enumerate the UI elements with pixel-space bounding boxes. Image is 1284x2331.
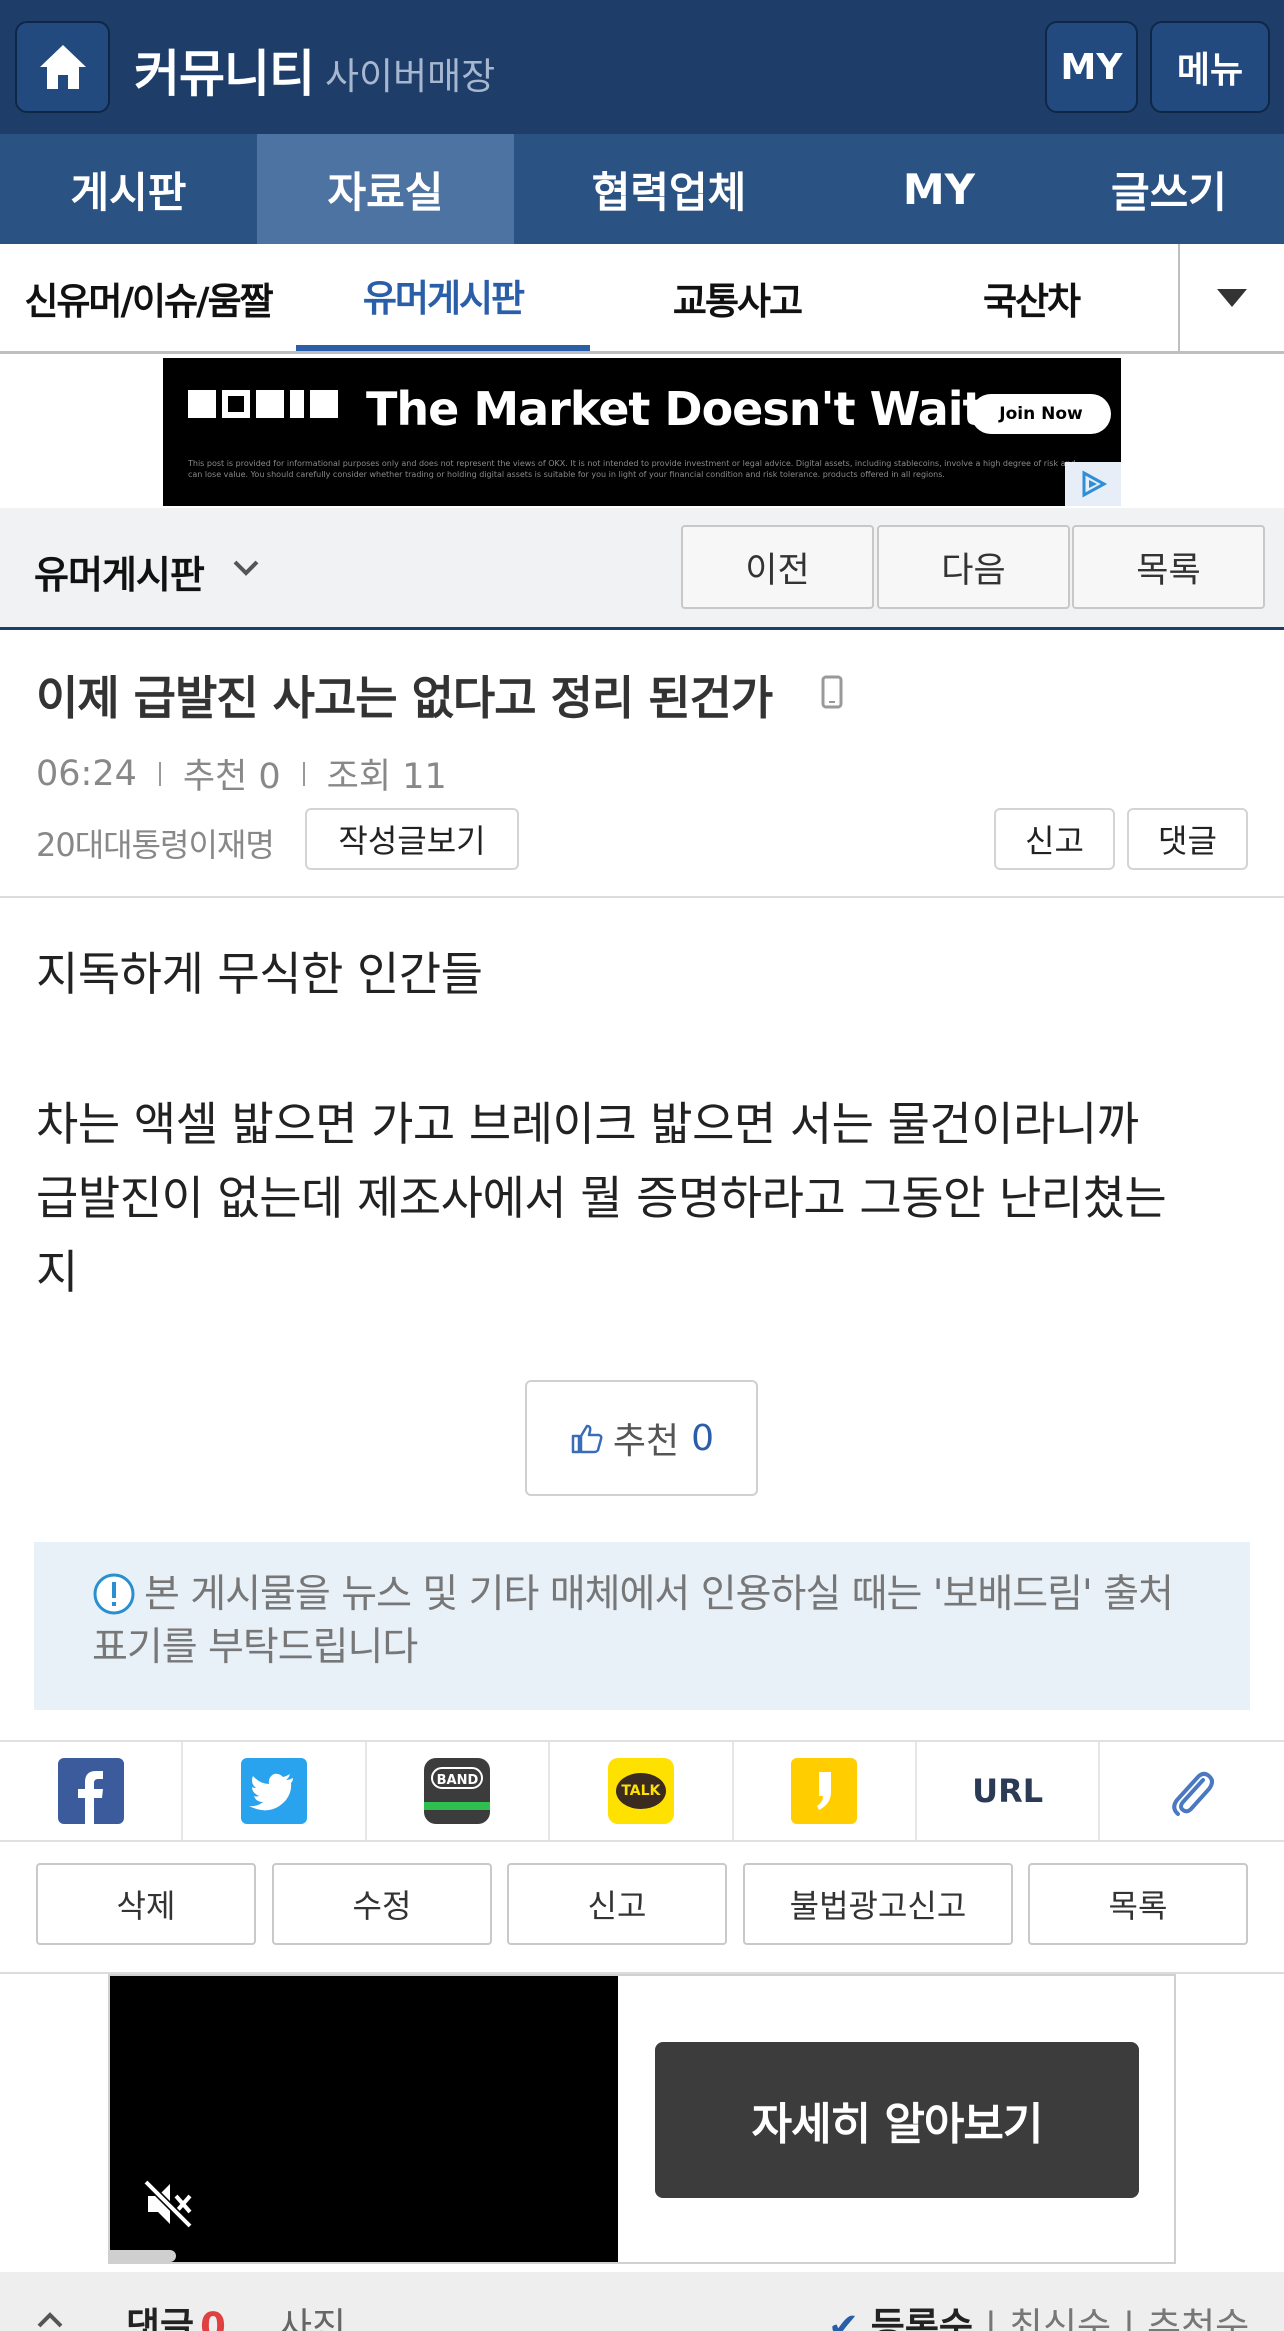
ad-banner[interactable]: The Market Doesn't Wait Join Now This po… xyxy=(163,358,1121,506)
tab-domestic-car[interactable]: 국산차 xyxy=(884,244,1178,351)
post-author[interactable]: 20대대통령이재명 xyxy=(36,820,275,866)
my-button[interactable]: MY xyxy=(1045,21,1138,113)
nav-item-archive[interactable]: 자료실 xyxy=(257,134,514,244)
home-icon xyxy=(39,45,86,89)
view-author-posts-button[interactable]: 작성글보기 xyxy=(305,808,519,870)
edit-button[interactable]: 수정 xyxy=(272,1863,492,1945)
prev-button[interactable]: 이전 xyxy=(681,525,874,609)
kakaotalk-icon: TALK xyxy=(607,1758,674,1824)
caret-down-icon xyxy=(1217,288,1247,307)
report-post-button[interactable]: 신고 xyxy=(994,808,1115,870)
nav-item-my[interactable]: MY xyxy=(824,134,1054,244)
home-button[interactable] xyxy=(15,21,110,113)
menu-button[interactable]: 메뉴 xyxy=(1150,21,1270,113)
chevron-down-icon[interactable] xyxy=(232,558,260,578)
photo-tab[interactable]: 사진 xyxy=(278,2296,346,2331)
share-bar: BAND TALK URL xyxy=(0,1740,1284,1842)
chevron-up-icon[interactable] xyxy=(36,2310,64,2330)
comment-sort-options: ✔ 등록순 | 최신순 | 추천순 xyxy=(828,2296,1249,2331)
sort-registered[interactable]: 등록순 xyxy=(871,2305,973,2331)
check-icon: ✔ xyxy=(828,2305,860,2331)
share-kakaotalk[interactable]: TALK xyxy=(550,1742,734,1840)
ad-headline: The Market Doesn't Wait xyxy=(366,382,984,436)
facebook-icon xyxy=(57,1758,124,1824)
board-bar: 유머게시판 이전 다음 목록 xyxy=(0,508,1284,630)
share-attach[interactable] xyxy=(1100,1742,1283,1840)
next-button[interactable]: 다음 xyxy=(877,525,1070,609)
post-body-line: 지독하게 무식한 인간들 xyxy=(36,947,483,1001)
top-header: 커뮤니티 사이버매장 MY 메뉴 xyxy=(0,0,1284,134)
site-title[interactable]: 커뮤니티 xyxy=(134,34,315,106)
post-body-line: 차는 액셀 밟으면 가고 브레이크 밟으면 서는 물건이라니까 xyxy=(36,1097,1139,1151)
ad-fine-print: This post is provided for informational … xyxy=(188,459,1076,479)
band-icon xyxy=(424,1758,491,1824)
nav-item-write[interactable]: 글쓰기 xyxy=(1054,134,1284,244)
main-nav: 게시판 자료실 협력업체 MY 글쓰기 xyxy=(0,134,1284,244)
learn-more-button[interactable]: 자세히 알아보기 xyxy=(655,2042,1139,2198)
twitter-icon xyxy=(241,1758,308,1824)
post-view-count: 조회 11 xyxy=(326,757,447,797)
band-label: BAND xyxy=(436,1772,479,1788)
post-body-line: 지 xyxy=(36,1245,78,1299)
post-body-line: 급발진이 없는데 제조사에서 뭘 증명하라고 그동안 난리쳤는 xyxy=(36,1171,1167,1225)
board-name[interactable]: 유머게시판 xyxy=(34,544,205,599)
share-band[interactable]: BAND xyxy=(367,1742,551,1840)
nav-item-partners[interactable]: 협력업체 xyxy=(514,134,824,244)
video-ad[interactable]: 자세히 알아보기 xyxy=(108,1974,1176,2264)
illegal-ad-report-button[interactable]: 불법광고신고 xyxy=(743,1863,1013,1945)
post-time: 06:24 xyxy=(36,753,137,794)
share-kakaostory[interactable] xyxy=(734,1742,917,1840)
notice-text: 본 게시물을 뉴스 및 기타 매체에서 인용하실 때는 '보배드림' 출처 표기… xyxy=(92,1572,1174,1670)
comment-bar: 댓글 0 사진 ✔ 등록순 | 최신순 | 추천순 xyxy=(0,2272,1284,2331)
report-button[interactable]: 신고 xyxy=(507,1863,727,1945)
recommend-button-count: 0 xyxy=(691,1417,715,1459)
ad-video[interactable] xyxy=(110,1976,618,2262)
kakaostory-icon xyxy=(791,1758,858,1824)
okx-logo xyxy=(188,390,338,418)
recommend-label: 추천 xyxy=(612,1421,680,1462)
ad-join-button[interactable]: Join Now xyxy=(971,394,1111,434)
divider xyxy=(0,896,1284,898)
share-facebook[interactable] xyxy=(0,1742,184,1840)
comment-tab[interactable]: 댓글 0 xyxy=(126,2296,226,2331)
share-url[interactable]: URL xyxy=(917,1742,1101,1840)
citation-notice: 본 게시물을 뉴스 및 기타 매체에서 인용하실 때는 '보배드림' 출처 표기… xyxy=(34,1542,1250,1710)
mute-icon[interactable] xyxy=(140,2176,196,2232)
sort-recommended[interactable]: 추천순 xyxy=(1147,2305,1249,2331)
thumbs-up-icon xyxy=(571,1424,603,1454)
paperclip-icon xyxy=(1172,1771,1215,1816)
url-label: URL xyxy=(972,1772,1044,1810)
tab-traffic-accident[interactable]: 교통사고 xyxy=(590,244,884,351)
mobile-icon xyxy=(821,675,843,709)
recommend-button[interactable]: 추천 0 xyxy=(525,1380,758,1496)
site-subtitle-link[interactable]: 사이버매장 xyxy=(325,46,495,100)
tab-humor-board[interactable]: 유머게시판 xyxy=(296,244,590,351)
tab-new-humor-issue[interactable]: 신유머/이슈/움짤 xyxy=(0,244,296,351)
nav-item-board[interactable]: 게시판 xyxy=(0,134,257,244)
comment-button[interactable]: 댓글 xyxy=(1127,808,1248,870)
post-recommend-count: 추천 0 xyxy=(182,757,281,797)
video-progress-bar xyxy=(110,2250,176,2262)
comment-tab-count: 0 xyxy=(200,2305,226,2331)
subnav-dropdown-button[interactable] xyxy=(1178,244,1284,351)
post-meta: 06:24 추천 0 조회 11 xyxy=(36,748,447,799)
comment-tab-label: 댓글 xyxy=(126,2305,195,2331)
talk-label: TALK xyxy=(621,1783,661,1799)
adchoices-icon[interactable] xyxy=(1065,462,1121,506)
share-twitter[interactable] xyxy=(183,1742,367,1840)
list-button[interactable]: 목록 xyxy=(1072,525,1265,609)
list-bottom-button[interactable]: 목록 xyxy=(1028,1863,1248,1945)
sub-nav: 신유머/이슈/움짤 유머게시판 교통사고 국산차 xyxy=(0,244,1284,354)
delete-button[interactable]: 삭제 xyxy=(36,1863,256,1945)
sort-latest[interactable]: 최신순 xyxy=(1009,2305,1111,2331)
post-title: 이제 급발진 사고는 없다고 정리 된건가 xyxy=(36,671,773,725)
